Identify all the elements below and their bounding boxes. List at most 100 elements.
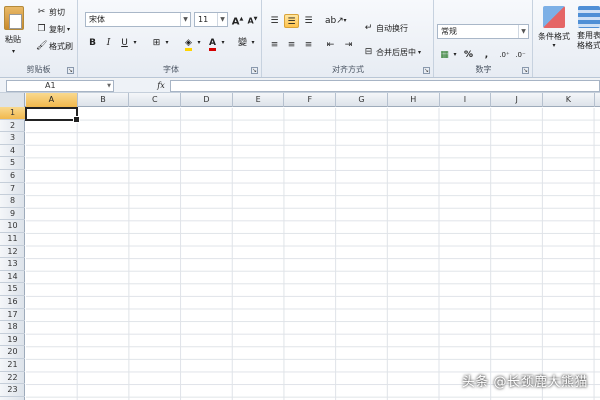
row-header-10[interactable]: 10: [0, 220, 25, 233]
decrease-decimal-button[interactable]: .0⁻: [513, 48, 528, 62]
row-header-6[interactable]: 6: [0, 170, 25, 183]
alignment-dialog-launcher[interactable]: ↘: [423, 67, 430, 74]
brush-icon: 🖌: [36, 40, 48, 51]
row-header-4[interactable]: 4: [0, 145, 25, 158]
wrap-text-icon: ↵: [364, 22, 373, 33]
fill-color-dropdown[interactable]: ▾: [195, 36, 203, 50]
row-header-11[interactable]: 11: [0, 233, 25, 246]
currency-dropdown[interactable]: ▾: [451, 48, 459, 62]
align-right-button[interactable]: ≡: [301, 38, 316, 52]
row-header-19[interactable]: 19: [0, 334, 25, 347]
increase-indent-button[interactable]: ⇥: [341, 38, 356, 52]
border-button[interactable]: ⊞: [149, 36, 164, 50]
decrease-indent-button[interactable]: ⇤: [323, 38, 338, 52]
clipboard-group-label: 剪贴板: [26, 65, 51, 74]
orientation-dropdown[interactable]: ▾: [341, 14, 349, 28]
row-header-14[interactable]: 14: [0, 271, 25, 284]
clipboard-dialog-launcher[interactable]: ↘: [67, 67, 74, 74]
align-bottom-button[interactable]: ☰: [301, 14, 316, 28]
shrink-font-button[interactable]: A▼: [245, 12, 260, 26]
row-header-9[interactable]: 9: [0, 208, 25, 221]
row-header-1[interactable]: 1: [0, 107, 25, 120]
grow-font-button[interactable]: A▲: [230, 12, 245, 27]
font-dialog-launcher[interactable]: ↘: [251, 67, 258, 74]
column-header-j[interactable]: J: [491, 93, 543, 107]
underline-dropdown[interactable]: ▾: [131, 36, 139, 50]
row-header-8[interactable]: 8: [0, 195, 25, 208]
cut-button[interactable]: ✂ 剪切: [34, 5, 67, 19]
row-header-17[interactable]: 17: [0, 309, 25, 322]
chevron-down-icon: ▼: [180, 13, 190, 26]
insert-function-button[interactable]: fx: [154, 80, 168, 92]
italic-button[interactable]: I: [101, 36, 116, 50]
bold-button[interactable]: B: [85, 36, 100, 50]
font-size-combo[interactable]: 11 ▼: [194, 12, 228, 27]
table-format-button[interactable]: 套用表格格式: [574, 4, 600, 64]
align-middle-button[interactable]: ☰: [284, 14, 299, 28]
font-name-value: 宋体: [89, 15, 105, 24]
column-header-i[interactable]: I: [440, 93, 492, 107]
align-top-button[interactable]: ☰: [267, 14, 282, 28]
column-header-e[interactable]: E: [233, 93, 285, 107]
orientation-button[interactable]: ab↗: [325, 14, 344, 28]
column-header-h[interactable]: H: [388, 93, 440, 107]
row-header-21[interactable]: 21: [0, 359, 25, 372]
conditional-format-button[interactable]: 条件格式 ▾: [534, 4, 574, 64]
column-header-a[interactable]: A: [26, 93, 78, 107]
paste-icon[interactable]: [4, 6, 24, 30]
number-dialog-launcher[interactable]: ↘: [522, 67, 529, 74]
row-header-7[interactable]: 7: [0, 183, 25, 196]
align-center-button[interactable]: ≡: [284, 38, 299, 52]
column-header-c[interactable]: C: [129, 93, 182, 107]
chevron-down-icon: ▼: [107, 83, 111, 89]
format-painter-button[interactable]: 🖌 格式刷: [34, 39, 75, 53]
name-box[interactable]: A1 ▼: [6, 80, 114, 92]
formula-input[interactable]: [170, 80, 600, 92]
column-header-k[interactable]: K: [543, 93, 595, 107]
row-header-12[interactable]: 12: [0, 246, 25, 259]
number-group-label: 数字: [475, 65, 492, 74]
underline-button[interactable]: U: [117, 36, 132, 50]
align-middle-icon: ☰: [287, 17, 296, 27]
font-color-button[interactable]: A: [205, 36, 220, 51]
increase-decimal-button[interactable]: .0⁺: [497, 48, 512, 62]
row-header-22[interactable]: 22: [0, 372, 25, 385]
row-header-3[interactable]: 3: [0, 132, 25, 145]
currency-button[interactable]: ▦: [437, 48, 452, 62]
percent-button[interactable]: %: [461, 48, 476, 62]
decrease-indent-icon: ⇤: [326, 40, 335, 50]
active-cell-a1[interactable]: [25, 107, 80, 123]
wrap-text-button[interactable]: ↵ 自动换行: [361, 21, 410, 35]
row-header-5[interactable]: 5: [0, 157, 25, 170]
column-header-d[interactable]: D: [181, 93, 233, 107]
row-header-15[interactable]: 15: [0, 283, 25, 296]
copy-button[interactable]: ❐ 复制 ▾: [34, 22, 72, 36]
currency-icon: ▦: [440, 50, 449, 60]
row-header-13[interactable]: 13: [0, 258, 25, 271]
paste-dropdown[interactable]: ▾: [10, 44, 17, 58]
number-format-combo[interactable]: 常规 ▼: [437, 24, 529, 39]
cell-area[interactable]: [26, 108, 600, 400]
select-all-button[interactable]: [0, 93, 25, 107]
merge-center-button[interactable]: ⊟ 合并后居中 ▾: [361, 45, 423, 59]
row-header-20[interactable]: 20: [0, 346, 25, 359]
font-name-combo[interactable]: 宋体 ▼: [85, 12, 191, 27]
ribbon: 粘贴 ▾ ✂ 剪切 ❐ 复制 ▾ 🖌 格式刷 剪贴板 ↘ 宋体 ▼ 11 ▼ A▲ A▼ B…: [0, 0, 600, 78]
column-header-f[interactable]: F: [285, 93, 337, 107]
column-header-b[interactable]: B: [78, 93, 130, 107]
phonetic-button[interactable]: 變: [235, 36, 250, 50]
row-header-2[interactable]: 2: [0, 120, 25, 133]
fill-color-button[interactable]: ◈: [181, 36, 196, 51]
table-format-label: 套用表格格式: [577, 31, 600, 50]
comma-button[interactable]: ,: [479, 48, 494, 62]
row-header-16[interactable]: 16: [0, 296, 25, 309]
row-header-18[interactable]: 18: [0, 321, 25, 334]
align-left-button[interactable]: ≡: [267, 38, 282, 52]
row-header-23[interactable]: 23: [0, 384, 25, 397]
font-color-dropdown[interactable]: ▾: [219, 36, 227, 50]
font-group-label: 字体: [163, 65, 179, 74]
border-dropdown[interactable]: ▾: [163, 36, 171, 50]
phonetic-dropdown[interactable]: ▾: [249, 36, 257, 50]
align-center-icon: ≡: [287, 40, 296, 50]
column-header-g[interactable]: G: [336, 93, 388, 107]
